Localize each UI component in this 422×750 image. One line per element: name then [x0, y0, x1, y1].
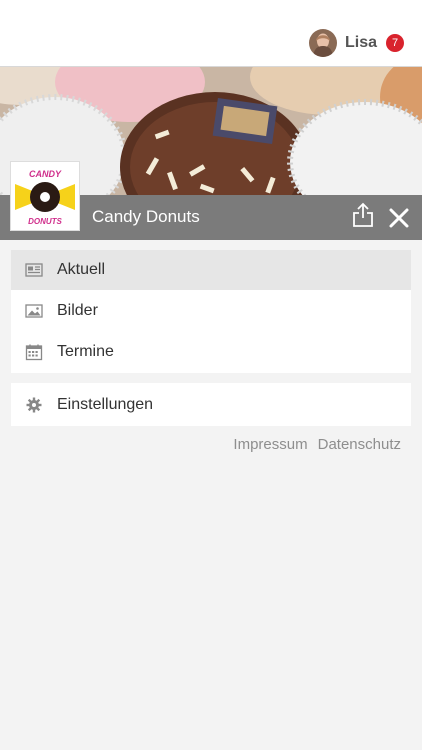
image-icon — [25, 304, 43, 318]
datenschutz-link[interactable]: Datenschutz — [318, 436, 401, 453]
menu-label: Termine — [57, 343, 114, 360]
newspaper-icon — [25, 263, 43, 277]
close-button[interactable] — [388, 207, 410, 229]
share-button[interactable] — [351, 202, 375, 228]
gear-icon — [26, 397, 42, 413]
impressum-link[interactable]: Impressum — [233, 436, 307, 453]
close-icon — [389, 208, 409, 228]
menu-label: Bilder — [57, 302, 98, 319]
menu-item-einstellungen[interactable]: Einstellungen — [11, 385, 411, 425]
business-logo: CANDY DONUTS — [10, 161, 80, 231]
svg-text:CANDY: CANDY — [29, 169, 62, 179]
user-name[interactable]: Lisa — [345, 34, 377, 52]
user-profile[interactable]: Lisa 7 — [308, 29, 404, 57]
settings-menu: Einstellungen — [11, 383, 411, 426]
menu-label: Aktuell — [57, 261, 106, 278]
svg-text:DONUTS: DONUTS — [28, 217, 62, 226]
top-bar: Lisa 7 — [0, 0, 422, 67]
calendar-icon — [25, 344, 43, 361]
business-name: Candy Donuts — [92, 207, 200, 226]
menu-label: Einstellungen — [57, 396, 154, 413]
menu-item-termine[interactable]: Termine — [11, 332, 411, 372]
menu-item-aktuell[interactable]: Aktuell — [11, 250, 411, 290]
notification-badge[interactable]: 7 — [386, 34, 404, 52]
main-menu: Aktuell Bilder Termine — [11, 250, 411, 373]
avatar[interactable] — [308, 29, 337, 57]
menu-item-bilder[interactable]: Bilder — [11, 291, 411, 331]
footer-links: Impressum Datenschutz — [223, 436, 401, 453]
share-icon — [353, 202, 373, 227]
